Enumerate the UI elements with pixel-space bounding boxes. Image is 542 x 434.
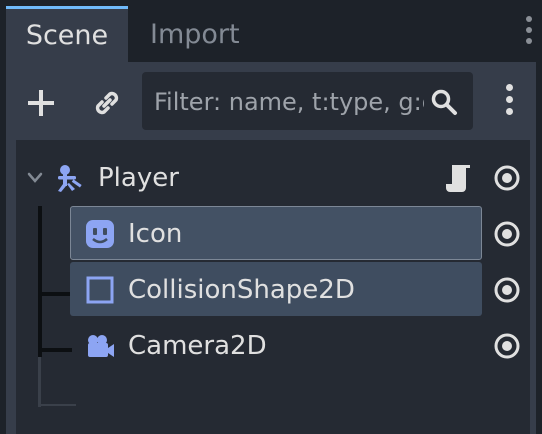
instantiate-scene-link-icon[interactable] [90, 86, 124, 120]
scene-dock: Scene Import Filter: name, t:type, g:gro… [0, 0, 542, 434]
add-node-button[interactable] [26, 88, 56, 118]
node-name: CollisionShape2D [128, 275, 355, 305]
tree-item-icon[interactable]: Icon [16, 206, 530, 262]
tree-item-camera[interactable]: Camera2D [16, 318, 530, 374]
character-body-icon [58, 165, 82, 192]
tab-import[interactable]: Import [150, 6, 240, 62]
sprite-icon [86, 220, 114, 248]
filter-input[interactable] [152, 72, 426, 132]
filter-box [142, 72, 473, 132]
scene-tree: Player Icon CollisionShape2D Camera2D [16, 140, 530, 434]
collision-shape-icon [86, 276, 114, 304]
scene-panel: Player Icon [6, 62, 536, 434]
camera-icon [88, 335, 114, 357]
visibility-eye-icon[interactable] [492, 164, 522, 192]
visibility-eye-icon[interactable] [492, 332, 522, 360]
node-name: Icon [128, 219, 183, 249]
node-name: Player [98, 163, 179, 193]
dock-options-icon[interactable] [524, 16, 534, 52]
chevron-down-icon[interactable] [26, 170, 44, 186]
kebab-menu-icon[interactable] [502, 84, 516, 122]
node-name: Camera2D [128, 331, 267, 361]
search-icon[interactable] [429, 87, 459, 117]
dock-tab-bar: Scene Import [0, 0, 542, 62]
script-icon[interactable] [444, 162, 474, 194]
tab-scene[interactable]: Scene [6, 6, 128, 62]
visibility-eye-icon[interactable] [492, 276, 522, 304]
tree-item-player[interactable]: Player [16, 150, 530, 206]
visibility-eye-icon[interactable] [492, 220, 522, 248]
tree-item-collision-shape[interactable]: CollisionShape2D [16, 262, 530, 318]
tree-line [38, 404, 76, 406]
